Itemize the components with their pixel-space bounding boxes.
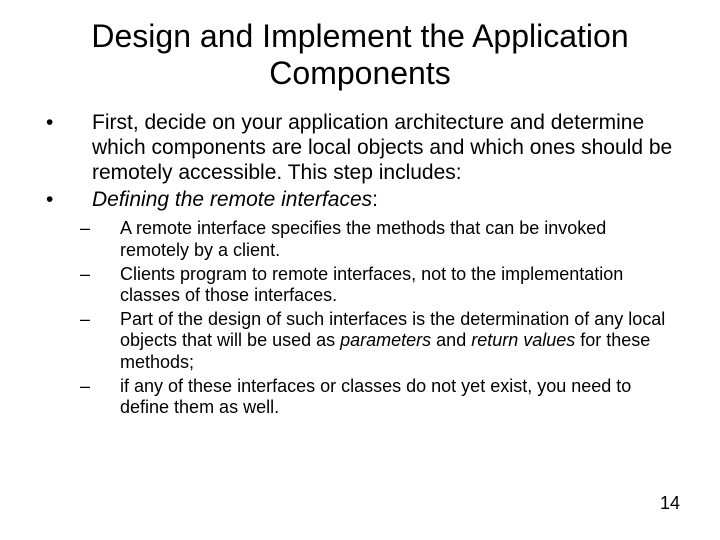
bullet-list: •First, decide on your application archi… (40, 110, 680, 419)
bullet-marker: • (40, 110, 92, 186)
bullet-marker: – (40, 309, 92, 374)
slide-title: Design and Implement the Application Com… (40, 18, 680, 92)
bullet-text: Clients program to remote interfaces, no… (92, 264, 680, 307)
bullet-level2: –A remote interface specifies the method… (40, 218, 680, 261)
bullet-level1: •Defining the remote interfaces: (40, 187, 680, 212)
bullet-text: Defining the remote interfaces: (92, 187, 680, 212)
bullet-marker: • (40, 187, 92, 212)
bullet-level2: –Part of the design of such interfaces i… (40, 309, 680, 374)
bullet-level2: –Clients program to remote interfaces, n… (40, 264, 680, 307)
bullet-marker: – (40, 218, 92, 261)
bullet-text: A remote interface specifies the methods… (92, 218, 680, 261)
bullet-text: if any of these interfaces or classes do… (92, 376, 680, 419)
bullet-text: Part of the design of such interfaces is… (92, 309, 680, 374)
sub-bullet-list: –A remote interface specifies the method… (40, 218, 680, 418)
page-number: 14 (660, 493, 680, 514)
bullet-text: First, decide on your application archit… (92, 110, 680, 186)
bullet-marker: – (40, 264, 92, 307)
bullet-level1: •First, decide on your application archi… (40, 110, 680, 186)
bullet-level2: –if any of these interfaces or classes d… (40, 376, 680, 419)
bullet-marker: – (40, 376, 92, 419)
